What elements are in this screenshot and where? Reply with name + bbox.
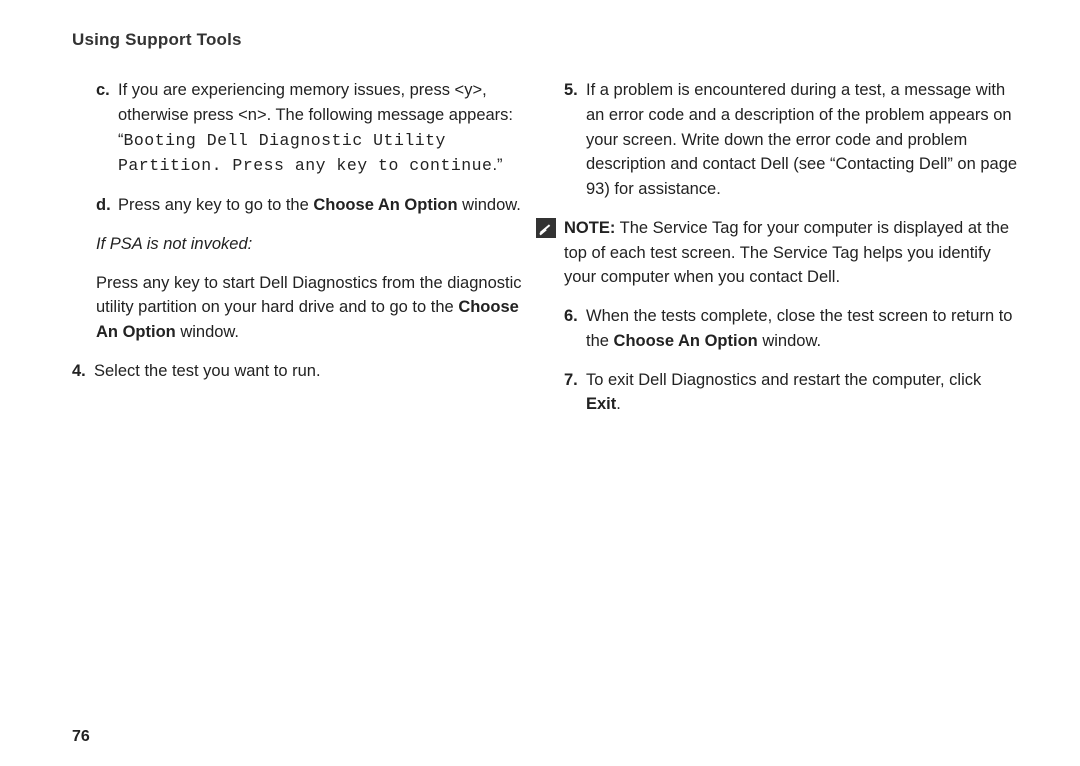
step-marker: 4. (72, 359, 94, 384)
step-text: Select the test you want to run. (94, 359, 528, 384)
step-text: If you are experiencing memory issues, p… (118, 78, 528, 179)
note-label: NOTE: (564, 219, 615, 237)
step-marker: 6. (564, 304, 586, 354)
step-text: Press any key to go to the Choose An Opt… (118, 193, 528, 218)
psa-body: Press any key to start Dell Diagnostics … (72, 271, 528, 345)
step-6: 6. When the tests complete, close the te… (564, 304, 1020, 354)
subheading-psa: If PSA is not invoked: (72, 232, 528, 257)
two-column-layout: c. If you are experiencing memory issues… (72, 78, 1020, 431)
bold-text: Exit (586, 395, 616, 413)
step-4: 4. Select the test you want to run. (72, 359, 528, 384)
step-c: c. If you are experiencing memory issues… (72, 78, 528, 179)
note-block: NOTE: The Service Tag for your computer … (536, 216, 1020, 290)
step-marker: 7. (564, 368, 586, 418)
step-d: d. Press any key to go to the Choose An … (72, 193, 528, 218)
note-text: The Service Tag for your computer is dis… (564, 219, 1009, 287)
document-page: Using Support Tools c. If you are experi… (0, 0, 1080, 766)
right-column: 5. If a problem is encountered during a … (564, 78, 1020, 431)
note-icon (536, 218, 556, 238)
page-number: 76 (72, 728, 90, 746)
text-fragment: Press any key to go to the (118, 196, 313, 214)
step-marker: d. (96, 193, 118, 218)
text-fragment: window. (176, 323, 239, 341)
step-text: If a problem is encountered during a tes… (586, 78, 1020, 202)
step-marker: 5. (564, 78, 586, 202)
text-fragment: window. (458, 196, 521, 214)
code-text: Booting Dell Diagnostic Utility Partitio… (118, 131, 492, 176)
text-fragment: window. (758, 332, 821, 350)
step-text: When the tests complete, close the test … (586, 304, 1020, 354)
bold-text: Choose An Option (313, 196, 457, 214)
text-fragment: .” (492, 156, 502, 174)
step-marker: c. (96, 78, 118, 179)
step-5: 5. If a problem is encountered during a … (564, 78, 1020, 202)
left-column: c. If you are experiencing memory issues… (72, 78, 528, 431)
note-body: NOTE: The Service Tag for your computer … (564, 216, 1020, 290)
bold-text: Choose An Option (614, 332, 758, 350)
page-title: Using Support Tools (72, 30, 1020, 50)
text-fragment: To exit Dell Diagnostics and restart the… (586, 371, 981, 389)
step-text: To exit Dell Diagnostics and restart the… (586, 368, 1020, 418)
text-fragment: . (616, 395, 621, 413)
step-7: 7. To exit Dell Diagnostics and restart … (564, 368, 1020, 418)
